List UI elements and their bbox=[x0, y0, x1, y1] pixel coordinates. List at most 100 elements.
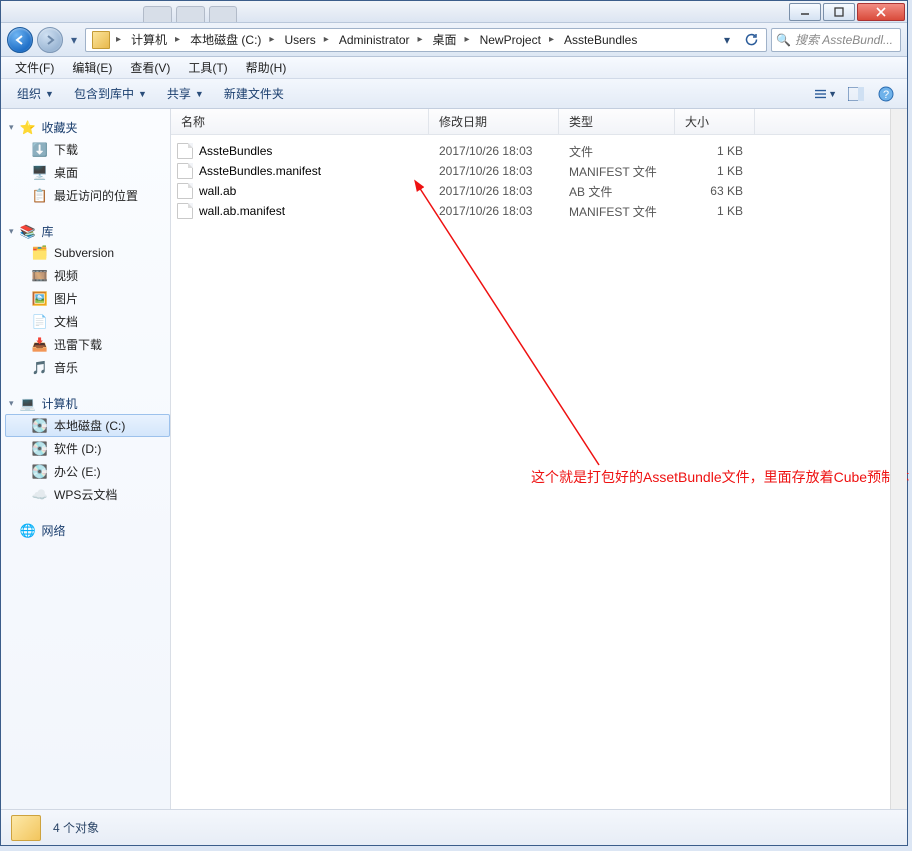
column-date[interactable]: 修改日期 bbox=[429, 109, 559, 134]
sidebar-item-desktop[interactable]: 🖥️ 桌面 bbox=[5, 161, 170, 184]
chevron-right-icon[interactable]: ▸ bbox=[416, 34, 425, 45]
back-button[interactable] bbox=[7, 27, 33, 53]
breadcrumb[interactable]: 本地磁盘 (C:) bbox=[182, 29, 267, 51]
help-button[interactable]: ? bbox=[875, 83, 897, 105]
recent-icon: 📋 bbox=[32, 188, 48, 204]
sidebar-item-recent[interactable]: 📋 最近访问的位置 bbox=[5, 184, 170, 207]
breadcrumb[interactable]: NewProject bbox=[472, 29, 547, 51]
toolbar: 组织▼ 包含到库中▼ 共享▼ 新建文件夹 ▼ ? bbox=[1, 79, 907, 109]
menu-tools[interactable]: 工具(T) bbox=[180, 57, 235, 78]
sidebar-item-drive-d[interactable]: 💽软件 (D:) bbox=[5, 437, 170, 460]
title-bar bbox=[1, 1, 907, 23]
sidebar-item-drive-c[interactable]: 💽本地磁盘 (C:) bbox=[5, 414, 170, 437]
sidebar-head-libraries[interactable]: ▾ 📚 库 bbox=[5, 221, 170, 242]
title-tab[interactable] bbox=[143, 6, 172, 22]
menu-help[interactable]: 帮助(H) bbox=[238, 57, 295, 78]
column-headers: 名称 修改日期 类型 大小 bbox=[171, 109, 907, 135]
computer-icon: 💻 bbox=[20, 396, 36, 412]
nav-bar: ▾ ▸ 计算机 ▸ 本地磁盘 (C:) ▸ Users ▸ Administra… bbox=[1, 23, 907, 57]
file-row[interactable]: wall.ab.manifest 2017/10/26 18:03 MANIFE… bbox=[171, 201, 907, 221]
arrow-left-icon bbox=[14, 34, 26, 46]
file-date: 2017/10/26 18:03 bbox=[429, 204, 559, 218]
breadcrumb[interactable]: Administrator bbox=[331, 29, 416, 51]
sidebar-item-music[interactable]: 🎵音乐 bbox=[5, 356, 170, 379]
preview-pane-button[interactable] bbox=[845, 83, 867, 105]
sidebar-item-label: 桌面 bbox=[54, 164, 78, 181]
file-type: MANIFEST 文件 bbox=[559, 163, 675, 180]
sidebar-head-favorites[interactable]: ▾ ⭐ 收藏夹 bbox=[5, 117, 170, 138]
new-folder-button[interactable]: 新建文件夹 bbox=[218, 82, 290, 105]
sidebar-item-subversion[interactable]: 🗂️Subversion bbox=[5, 242, 170, 264]
chevron-right-icon[interactable]: ▸ bbox=[463, 34, 472, 45]
refresh-icon bbox=[744, 33, 758, 47]
sidebar-item-videos[interactable]: 🎞️视频 bbox=[5, 264, 170, 287]
share-button[interactable]: 共享▼ bbox=[161, 82, 210, 105]
column-size[interactable]: 大小 bbox=[675, 109, 755, 134]
menu-bar: 文件(F) 编辑(E) 查看(V) 工具(T) 帮助(H) bbox=[1, 57, 907, 79]
arrow-right-icon bbox=[44, 34, 56, 46]
sidebar-item-label: 最近访问的位置 bbox=[54, 187, 138, 204]
chevron-right-icon[interactable]: ▸ bbox=[547, 34, 556, 45]
column-type[interactable]: 类型 bbox=[559, 109, 675, 134]
address-dropdown[interactable]: ▾ bbox=[716, 29, 738, 51]
title-tab[interactable] bbox=[176, 6, 205, 22]
new-folder-label: 新建文件夹 bbox=[224, 85, 284, 102]
close-icon bbox=[876, 7, 886, 17]
file-name: AssteBundles.manifest bbox=[199, 164, 321, 178]
file-row[interactable]: AssteBundles.manifest 2017/10/26 18:03 M… bbox=[171, 161, 907, 181]
close-button[interactable] bbox=[857, 3, 905, 21]
breadcrumb[interactable]: AssteBundles bbox=[556, 29, 643, 51]
search-input[interactable]: 🔍 搜索 AssteBundl... bbox=[771, 28, 901, 52]
sidebar-item-documents[interactable]: 📄文档 bbox=[5, 310, 170, 333]
minimize-button[interactable] bbox=[789, 3, 821, 21]
explorer-window: ▾ ▸ 计算机 ▸ 本地磁盘 (C:) ▸ Users ▸ Administra… bbox=[0, 0, 908, 846]
view-options-button[interactable]: ▼ bbox=[815, 83, 837, 105]
nav-history-dropdown[interactable]: ▾ bbox=[67, 28, 81, 52]
include-in-library-button[interactable]: 包含到库中▼ bbox=[68, 82, 153, 105]
file-date: 2017/10/26 18:03 bbox=[429, 144, 559, 158]
desktop-icon: 🖥️ bbox=[32, 165, 48, 181]
sidebar-item-drive-e[interactable]: 💽办公 (E:) bbox=[5, 460, 170, 483]
sidebar-item-downloads[interactable]: ⬇️下载 bbox=[5, 138, 170, 161]
title-tab[interactable] bbox=[209, 6, 238, 22]
address-bar[interactable]: ▸ 计算机 ▸ 本地磁盘 (C:) ▸ Users ▸ Administrato… bbox=[85, 28, 767, 52]
file-row[interactable]: AssteBundles 2017/10/26 18:03 文件 1 KB bbox=[171, 141, 907, 161]
annotation-arrow bbox=[359, 175, 779, 498]
sidebar-label: 库 bbox=[42, 223, 54, 240]
organize-button[interactable]: 组织▼ bbox=[11, 82, 60, 105]
sidebar-head-computer[interactable]: ▾ 💻 计算机 bbox=[5, 393, 170, 414]
breadcrumb[interactable]: 计算机 bbox=[123, 29, 173, 51]
file-row[interactable]: wall.ab 2017/10/26 18:03 AB 文件 63 KB bbox=[171, 181, 907, 201]
chevron-right-icon[interactable]: ▸ bbox=[267, 34, 276, 45]
breadcrumb[interactable]: Users bbox=[276, 29, 321, 51]
drive-icon: 💽 bbox=[32, 418, 48, 434]
sidebar-group-network: ▾ 🌐 网络 bbox=[5, 520, 170, 541]
sidebar-group-libraries: ▾ 📚 库 🗂️Subversion 🎞️视频 🖼️图片 📄文档 📥迅雷下载 🎵… bbox=[5, 221, 170, 379]
sidebar-item-wps-cloud[interactable]: ☁️WPS云文档 bbox=[5, 483, 170, 506]
sidebar-head-network[interactable]: ▾ 🌐 网络 bbox=[5, 520, 170, 541]
chevron-right-icon[interactable]: ▸ bbox=[114, 34, 123, 45]
refresh-button[interactable] bbox=[740, 29, 762, 51]
menu-view[interactable]: 查看(V) bbox=[122, 57, 178, 78]
column-name[interactable]: 名称 bbox=[171, 109, 429, 134]
file-icon bbox=[177, 183, 193, 199]
sidebar-item-label: 软件 (D:) bbox=[54, 440, 101, 457]
download-icon: ⬇️ bbox=[32, 142, 48, 158]
forward-button[interactable] bbox=[37, 27, 63, 53]
menu-file[interactable]: 文件(F) bbox=[7, 57, 62, 78]
sidebar-item-pictures[interactable]: 🖼️图片 bbox=[5, 287, 170, 310]
menu-edit[interactable]: 编辑(E) bbox=[64, 57, 120, 78]
chevron-right-icon[interactable]: ▸ bbox=[173, 34, 182, 45]
preview-pane-icon bbox=[848, 87, 864, 101]
file-size: 63 KB bbox=[675, 184, 755, 198]
vertical-scrollbar[interactable] bbox=[890, 109, 907, 809]
maximize-button[interactable] bbox=[823, 3, 855, 21]
file-icon bbox=[177, 143, 193, 159]
sidebar-item-xunlei[interactable]: 📥迅雷下载 bbox=[5, 333, 170, 356]
breadcrumb[interactable]: 桌面 bbox=[425, 29, 463, 51]
chevron-right-icon[interactable]: ▸ bbox=[322, 34, 331, 45]
file-size: 1 KB bbox=[675, 204, 755, 218]
file-icon bbox=[177, 163, 193, 179]
sidebar-item-label: 迅雷下载 bbox=[54, 336, 102, 353]
sidebar-item-label: 音乐 bbox=[54, 359, 78, 376]
